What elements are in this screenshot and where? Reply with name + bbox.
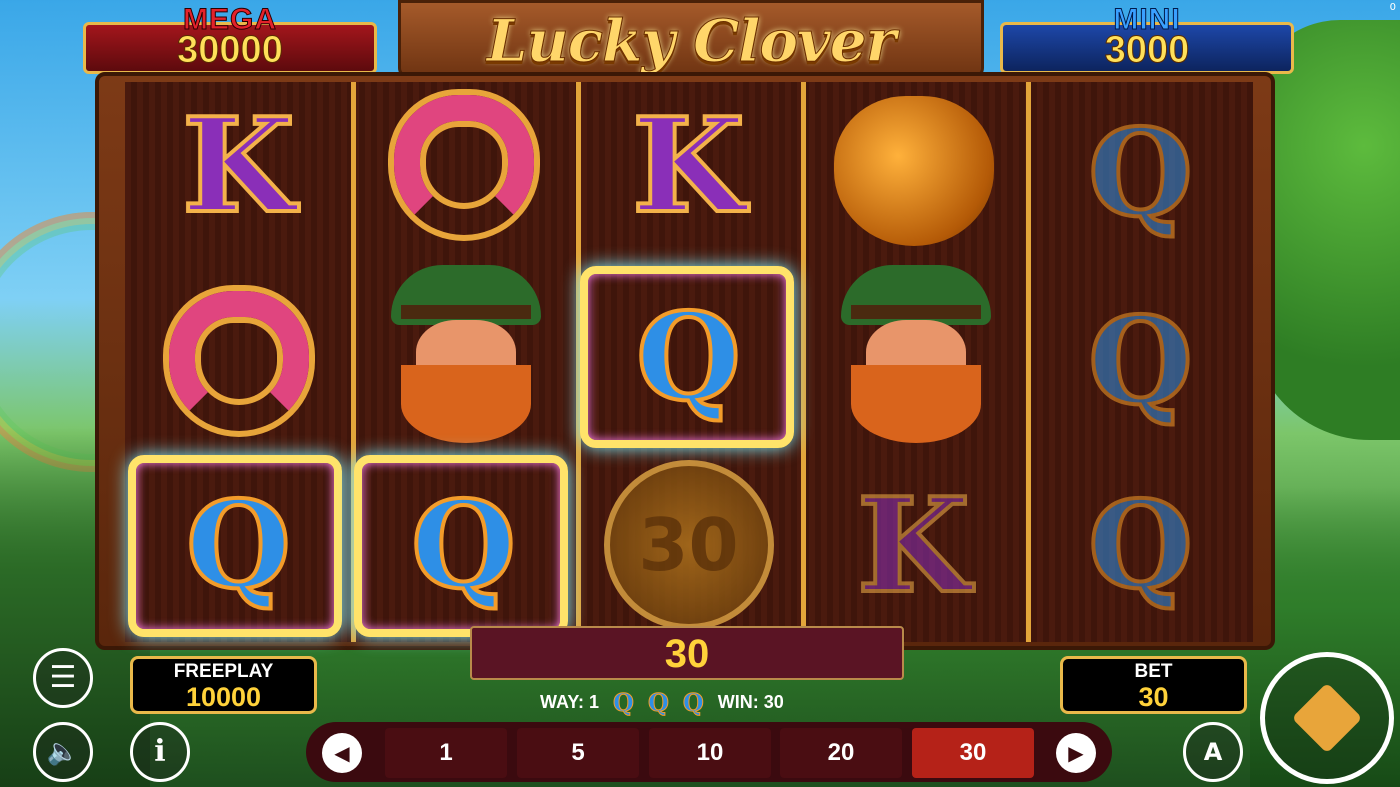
reel-1-row-3: Q <box>126 452 351 638</box>
symbol-k: K <box>630 87 747 244</box>
bet-option-20[interactable]: 20 <box>780 728 902 778</box>
info-button[interactable]: i <box>130 722 190 782</box>
autoplay-button[interactable]: A <box>1183 722 1243 782</box>
sound-button[interactable]: 🔈 <box>33 722 93 782</box>
reel-1-row-2 <box>126 268 351 454</box>
mega-jackpot: MEGA 30000 <box>83 3 377 74</box>
leprechaun-symbol <box>811 265 1016 445</box>
info-icon: i <box>154 734 166 769</box>
way-symbol: Q <box>647 687 669 717</box>
symbol-q: Q <box>409 473 518 618</box>
bet-value: 30 <box>1138 682 1169 712</box>
freeplay-label: FREEPLAY <box>173 661 274 682</box>
reel-2-row-3: Q <box>351 452 576 638</box>
reel-1-row-1: K <box>126 72 351 258</box>
hamburger-icon: ☰ <box>49 660 77 695</box>
way-label: WAY: 1 <box>540 691 600 712</box>
horseshoe-symbol <box>168 291 309 431</box>
speaker-icon: 🔈 <box>46 737 80 767</box>
symbol-q: Q <box>184 473 293 618</box>
mini-jackpot: MINI 3000 <box>1000 3 1294 74</box>
freeplay-value: 10000 <box>185 682 262 712</box>
corner-indicator: 0 <box>1389 2 1396 13</box>
reel-5-row-2: Q <box>1028 268 1253 454</box>
leprechaun-symbol <box>361 265 566 445</box>
bet-label: BET <box>1134 661 1173 682</box>
mini-jackpot-value: 3000 <box>1104 29 1190 72</box>
bet-box: BET 30 <box>1060 656 1247 714</box>
reel-3-row-1: K <box>576 72 801 258</box>
bet-option-5[interactable]: 5 <box>517 728 639 778</box>
way-symbol: Q <box>613 687 635 717</box>
autoplay-icon: A <box>1203 738 1223 766</box>
win-display: 30 <box>470 626 904 680</box>
bet-option-30[interactable]: 30 <box>912 728 1034 778</box>
bet-increase-button[interactable]: ▶ <box>1056 733 1096 773</box>
coin-symbol: 30 <box>603 460 774 630</box>
symbol-k: K <box>180 87 297 244</box>
symbol-q: Q <box>1086 289 1195 434</box>
win-amount: 30 <box>664 632 710 676</box>
reel-5-row-1: Q <box>1028 80 1253 266</box>
reel-2-row-2 <box>351 262 576 448</box>
reel-4-row-2 <box>801 262 1026 448</box>
symbol-k: K <box>855 467 972 624</box>
way-info: WAY: 1 Q Q Q WIN: 30 <box>540 687 784 717</box>
reel-3-row-2: Q <box>576 264 801 450</box>
horseshoe-symbol <box>393 95 534 235</box>
spin-cube-icon <box>1291 682 1363 754</box>
symbol-q: Q <box>1086 473 1195 618</box>
win-label: WIN: 30 <box>717 691 784 712</box>
title-plank: Lucky Clover Spins <box>398 0 984 144</box>
arrow-left-icon: ◀ <box>334 741 350 765</box>
spin-button[interactable] <box>1260 652 1394 784</box>
reel-3-row-3: 30 <box>576 452 801 638</box>
symbol-q: Q <box>1086 101 1195 246</box>
bet-option-10[interactable]: 10 <box>649 728 771 778</box>
reel-4-row-1 <box>801 78 1026 264</box>
pot-of-gold-symbol <box>833 96 994 246</box>
symbol-q: Q <box>634 285 743 430</box>
arrow-right-icon: ▶ <box>1068 741 1084 765</box>
freeplay-box: FREEPLAY 10000 <box>130 656 317 714</box>
menu-button[interactable]: ☰ <box>33 648 93 708</box>
bet-option-1[interactable]: 1 <box>385 728 507 778</box>
mega-jackpot-value: 30000 <box>177 29 284 72</box>
bet-decrease-button[interactable]: ◀ <box>322 733 362 773</box>
reel-5-row-3: Q <box>1028 452 1253 638</box>
reel-2-row-1 <box>351 72 576 258</box>
reel-4-row-3: K <box>801 452 1026 638</box>
way-symbol: Q <box>682 687 704 717</box>
